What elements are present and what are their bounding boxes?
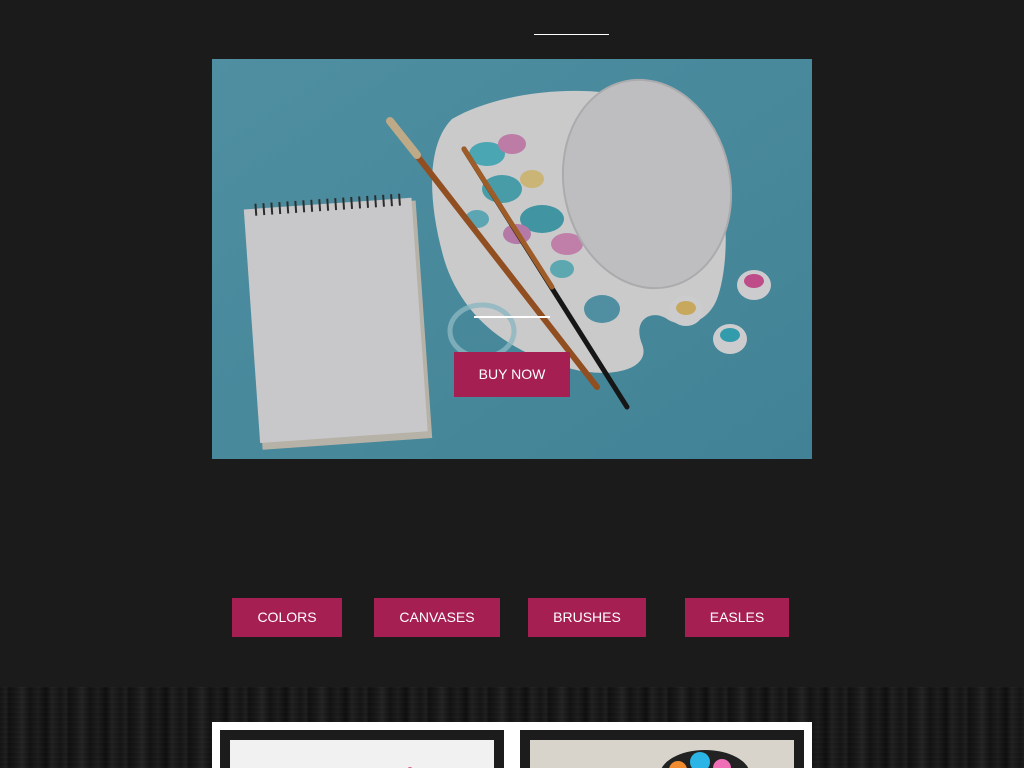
product-thumbnail	[230, 740, 494, 768]
buy-now-button[interactable]: BUY NOW	[454, 352, 570, 397]
hero-divider	[474, 316, 550, 318]
canvases-button[interactable]: CANVASES	[374, 598, 500, 637]
products-panel	[212, 722, 812, 768]
easles-button[interactable]: EASLES	[685, 598, 789, 637]
product-thumbnail	[530, 740, 794, 768]
brushes-button[interactable]: BRUSHES	[528, 598, 646, 637]
product-card[interactable]	[220, 730, 504, 768]
product-card[interactable]	[520, 730, 804, 768]
colors-button[interactable]: COLORS	[232, 598, 342, 637]
title-divider	[534, 34, 609, 35]
hero-banner: BUY NOW	[212, 59, 812, 459]
page: BUY NOW COLORS CANVASES BRUSHES EASLES	[0, 0, 1024, 768]
hero-image	[212, 59, 812, 459]
